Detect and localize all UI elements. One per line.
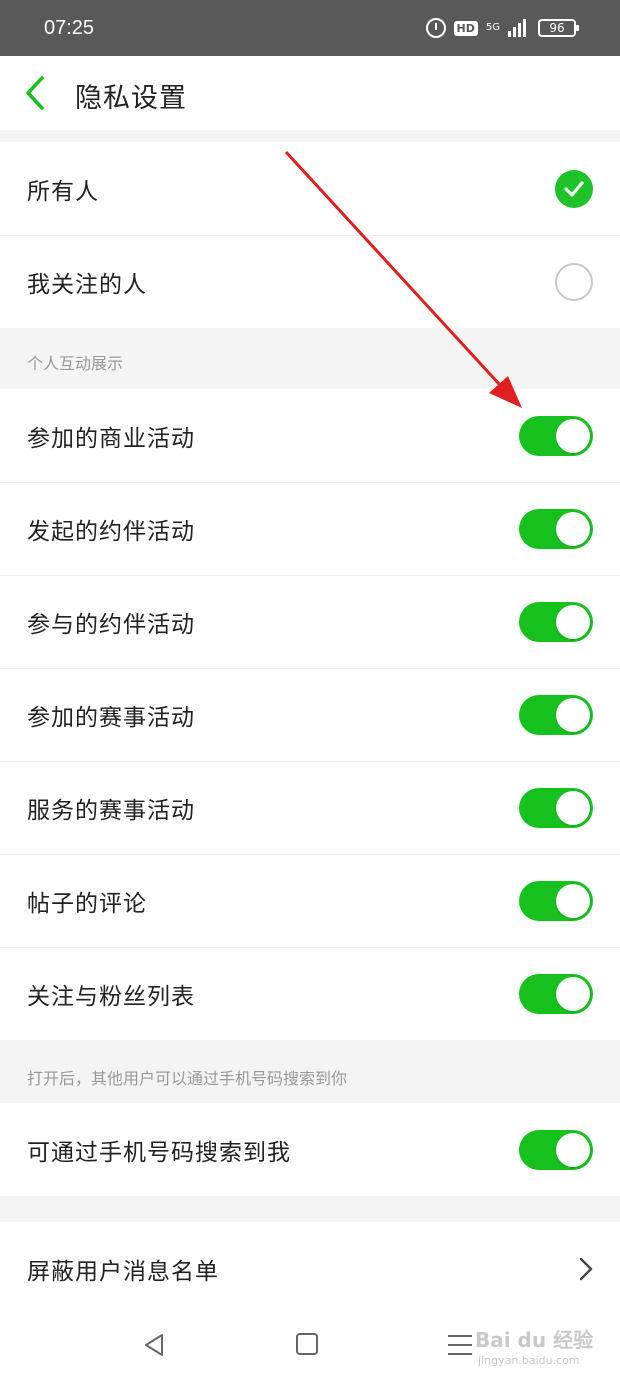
toggle-knob — [556, 790, 590, 825]
visibility-option-all[interactable]: 所有人 — [0, 142, 620, 235]
toggle-row: 关注与粉丝列表 — [0, 947, 620, 1040]
toggle-switch[interactable] — [519, 601, 593, 642]
toggle-knob — [556, 1132, 590, 1167]
toggle-label: 关注与粉丝列表 — [27, 983, 195, 1010]
block-section: 屏蔽用户消息名单 — [0, 1222, 620, 1315]
status-icons: HD 5G 96 — [425, 18, 579, 38]
toggle-knob — [556, 604, 590, 639]
signal-icon — [508, 19, 526, 37]
block-list-row[interactable]: 屏蔽用户消息名单 — [0, 1222, 620, 1315]
battery-level: 96 — [549, 21, 565, 35]
alarm-icon — [425, 18, 446, 38]
toggle-label: 服务的赛事活动 — [27, 797, 195, 824]
section-title-interaction: 个人互动展示 — [27, 354, 124, 373]
visibility-option-label: 我关注的人 — [27, 271, 147, 298]
visibility-section: 所有人 我关注的人 — [0, 142, 620, 328]
block-list-label: 屏蔽用户消息名单 — [27, 1258, 219, 1285]
toggle-switch[interactable] — [519, 973, 593, 1014]
hd-icon: HD — [453, 20, 478, 36]
nav-menu-icon[interactable] — [448, 1335, 472, 1355]
toggle-label: 发起的约伴活动 — [27, 518, 195, 545]
toggle-switch[interactable] — [519, 787, 593, 828]
toggle-knob — [556, 418, 590, 453]
toggle-row: 帖子的评论 — [0, 854, 620, 947]
toggle-knob — [556, 883, 590, 918]
nav-back-icon[interactable] — [142, 1333, 166, 1357]
toggle-switch[interactable] — [519, 694, 593, 735]
toggle-knob — [556, 697, 590, 732]
toggle-row: 服务的赛事活动 — [0, 761, 620, 854]
baidu-watermark-url: jingyan.baidu.com — [478, 1354, 580, 1367]
toggle-label: 参与的约伴活动 — [27, 611, 195, 638]
toggle-row: 可通过手机号码搜索到我 — [0, 1103, 620, 1196]
toggle-knob — [556, 976, 590, 1011]
status-time: 07:25 — [44, 16, 95, 39]
visibility-option-following[interactable]: 我关注的人 — [0, 235, 620, 328]
nav-home-icon[interactable] — [296, 1333, 318, 1355]
checkmark-circle-icon[interactable] — [555, 169, 593, 208]
interaction-section: 参加的商业活动 发起的约伴活动 参与的约伴活动 参加的赛事活动 服务的赛事活动 … — [0, 389, 620, 1040]
toggle-knob — [556, 511, 590, 546]
chevron-left-icon[interactable] — [22, 74, 52, 112]
toggle-switch[interactable] — [519, 1129, 593, 1170]
toggle-switch[interactable] — [519, 508, 593, 549]
toggle-switch[interactable] — [519, 415, 593, 456]
toggle-switch[interactable] — [519, 880, 593, 921]
toggle-row: 参加的赛事活动 — [0, 668, 620, 761]
toggle-row: 参与的约伴活动 — [0, 575, 620, 668]
5g-icon: 5G — [485, 22, 500, 33]
chevron-right-icon — [579, 1257, 593, 1280]
status-bar: 07:25 HD 5G 96 — [0, 0, 620, 56]
visibility-option-label: 所有人 — [27, 178, 99, 205]
toggle-label: 参加的赛事活动 — [27, 704, 195, 731]
toggle-label: 帖子的评论 — [27, 890, 147, 917]
page-title: 隐私设置 — [75, 83, 187, 114]
phone-search-hint: 打开后，其他用户可以通过手机号码搜索到你 — [27, 1069, 348, 1088]
app-header: 隐私设置 — [0, 56, 620, 130]
battery-icon: 96 — [538, 19, 579, 37]
toggle-row: 参加的商业活动 — [0, 389, 620, 482]
baidu-watermark: Bai du 经验 — [475, 1328, 594, 1352]
phone-section: 可通过手机号码搜索到我 — [0, 1103, 620, 1196]
toggle-row: 发起的约伴活动 — [0, 482, 620, 575]
toggle-label: 可通过手机号码搜索到我 — [27, 1139, 291, 1166]
empty-circle-icon[interactable] — [555, 262, 593, 301]
toggle-label: 参加的商业活动 — [27, 425, 195, 452]
